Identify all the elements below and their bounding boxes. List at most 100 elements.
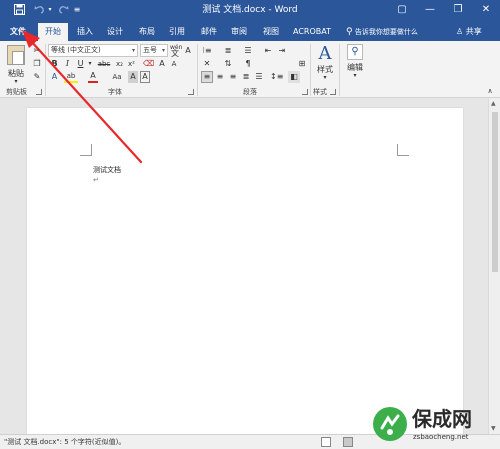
distribute-icon[interactable]: ☰: [253, 71, 265, 83]
clear-formatting-icon[interactable]: A: [183, 45, 193, 57]
watermark-logo-icon: [373, 407, 407, 441]
clear-formatting-glyph: A: [185, 46, 191, 55]
clipboard-icon: [7, 45, 25, 65]
font-launcher-icon[interactable]: [188, 89, 194, 95]
sort-icon[interactable]: ⇅: [222, 58, 234, 70]
strikethrough-button[interactable]: abc: [96, 58, 112, 70]
superscript-button[interactable]: x²: [126, 58, 137, 70]
watermark-url: zsbaocheng.net: [413, 433, 469, 441]
tab-acrobat[interactable]: ACROBAT: [290, 23, 334, 41]
group-separator: [310, 44, 311, 96]
scroll-up-icon[interactable]: ▲: [491, 100, 496, 107]
cut-icon[interactable]: ✂: [31, 45, 43, 57]
decrease-indent-icon[interactable]: ⇤: [262, 45, 274, 57]
text-effects-button[interactable]: A: [49, 71, 60, 83]
numbering-icon[interactable]: ≣: [222, 45, 234, 57]
chevron-down-icon: ▾: [131, 47, 135, 54]
font-group-label: 字体: [108, 88, 122, 96]
close-button[interactable]: ✕: [472, 0, 500, 20]
chevron-down-icon: ▾: [353, 72, 357, 79]
clipboard-group-label: 剪贴板: [6, 88, 27, 96]
tab-mailings[interactable]: 邮件: [196, 23, 222, 41]
scrollbar-thumb[interactable]: [492, 112, 498, 272]
font-color-button[interactable]: A: [88, 71, 98, 83]
clipboard-launcher-icon[interactable]: [36, 89, 42, 95]
show-marks-icon[interactable]: ¶: [242, 58, 254, 70]
person-icon: ♙: [456, 27, 464, 36]
subscript-button[interactable]: x₂: [114, 58, 125, 70]
share-label: 共享: [465, 27, 482, 36]
tab-view[interactable]: 视图: [258, 23, 284, 41]
tab-design[interactable]: 设计: [102, 23, 128, 41]
paste-button[interactable]: 粘贴 ▾: [4, 45, 28, 85]
crop-mark-top-left: [80, 144, 92, 156]
character-shading-button[interactable]: A: [128, 71, 138, 83]
tab-review[interactable]: 审阅: [226, 23, 252, 41]
crop-mark-top-right: [397, 144, 409, 156]
document-text[interactable]: 测试文档: [93, 165, 121, 175]
highlight-button[interactable]: ab: [64, 71, 78, 83]
ribbon-display-options-button[interactable]: ▢: [388, 0, 416, 20]
font-size-value: 五号: [143, 46, 157, 54]
align-center-icon[interactable]: ≡: [214, 71, 226, 83]
restore-button[interactable]: ❐: [444, 0, 472, 20]
document-area[interactable]: 测试文档 ↵: [0, 98, 488, 434]
font-size-combo[interactable]: 五号 ▾: [140, 44, 168, 57]
shading-icon[interactable]: ◧: [288, 71, 300, 83]
chevron-down-icon: ▾: [161, 47, 165, 54]
vertical-scrollbar[interactable]: ▲ ▼: [488, 98, 500, 434]
bullets-icon[interactable]: ⁝≡: [201, 45, 213, 57]
format-painter-icon[interactable]: ✎: [31, 71, 43, 83]
editing-button[interactable]: ⚲ 编辑 ▾: [343, 44, 367, 84]
share-button[interactable]: ♙ 共享: [456, 23, 482, 41]
paragraph-mark: ↵: [93, 176, 99, 184]
group-separator: [197, 44, 198, 96]
wen-char: 文: [171, 49, 179, 58]
tab-references[interactable]: 引用: [164, 23, 190, 41]
chevron-down-icon: ▾: [323, 74, 327, 81]
underline-button[interactable]: U: [75, 58, 86, 70]
paragraph-launcher-icon[interactable]: [302, 89, 308, 95]
character-border-button[interactable]: A: [140, 71, 150, 83]
tell-me-text: 告诉我你想要做什么: [354, 28, 418, 36]
print-layout-icon[interactable]: [343, 437, 353, 447]
align-left-icon[interactable]: ≡: [201, 71, 213, 83]
chevron-down-icon[interactable]: ▾: [86, 58, 94, 70]
document-page[interactable]: 测试文档 ↵: [27, 108, 463, 434]
status-word-count[interactable]: "测试 文档.docx": 5 个字符(近似值)。: [4, 435, 125, 449]
font-name-combo[interactable]: 等线 (中文正文) ▾: [48, 44, 138, 57]
line-spacing-icon[interactable]: ↕≡: [270, 71, 283, 83]
font-size-decrease-button[interactable]: A: [169, 58, 179, 70]
styles-icon: A: [318, 43, 332, 64]
chinese-layout-icon[interactable]: ✕: [201, 58, 213, 70]
paragraph-group-label: 段落: [243, 88, 257, 96]
multilevel-list-icon[interactable]: ☰: [242, 45, 254, 57]
copy-icon[interactable]: ❐: [31, 58, 43, 70]
group-separator: [45, 44, 46, 96]
tell-me-search[interactable]: ⚲ 告诉我你想要做什么: [346, 23, 418, 41]
justify-icon[interactable]: ≣: [240, 71, 252, 83]
tab-layout[interactable]: 布局: [134, 23, 160, 41]
wen-icon[interactable]: wén 文: [170, 45, 182, 58]
find-icon: ⚲: [347, 44, 363, 60]
tab-home[interactable]: 开始: [38, 23, 68, 41]
increase-indent-icon[interactable]: ⇥: [276, 45, 288, 57]
title-bar: ▾ ≡ 测试 文档.docx - Word ▢ — ❐ ✕: [0, 0, 500, 20]
minimize-button[interactable]: —: [416, 0, 444, 20]
eraser-icon[interactable]: ⌫: [143, 58, 154, 70]
align-right-icon[interactable]: ≡: [227, 71, 239, 83]
bold-button[interactable]: B: [49, 58, 60, 70]
change-case-button[interactable]: Aa: [110, 71, 124, 83]
borders-icon[interactable]: ⊞: [296, 58, 308, 70]
tab-insert[interactable]: 插入: [72, 23, 98, 41]
ribbon-home: 粘贴 ▾ ✂ ❐ ✎ 剪贴板 等线 (中文正文) ▾ 五号 ▾ wén 文 A B…: [0, 41, 500, 98]
font-name-value: 等线 (中文正文): [51, 46, 101, 54]
italic-button[interactable]: I: [62, 58, 73, 70]
read-mode-icon[interactable]: [321, 437, 331, 447]
collapse-ribbon-button[interactable]: ∧: [484, 85, 496, 97]
font-size-increase-button[interactable]: A: [156, 58, 168, 70]
styles-button[interactable]: A 样式 ▾: [313, 44, 337, 84]
watermark-name: 保成网: [412, 407, 472, 431]
styles-launcher-icon[interactable]: [330, 89, 336, 95]
tab-file[interactable]: 文件: [3, 23, 33, 41]
